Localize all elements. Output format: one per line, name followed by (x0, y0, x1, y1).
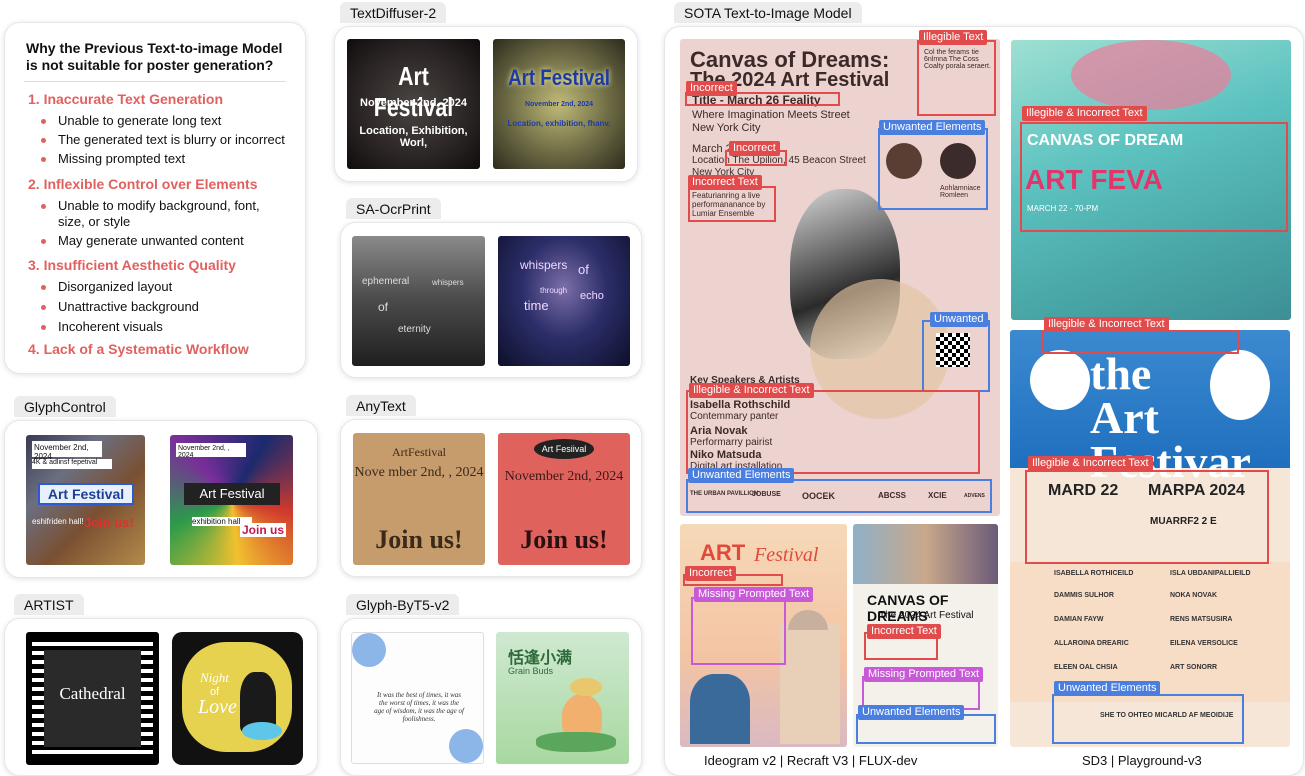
annotation-box (878, 128, 988, 210)
divider (24, 81, 286, 82)
annotation-label: Incorrect Text (867, 624, 941, 639)
annotation-label: Unwanted Elements (858, 705, 965, 720)
bullet-item: Incoherent visuals (41, 319, 304, 335)
annotation-box (1041, 330, 1239, 354)
annotation-label: Illegible Text (919, 30, 988, 45)
annotation-box (917, 40, 996, 116)
artist-sample-b: Night of Love (172, 632, 303, 765)
tab-artist: ARTIST (14, 594, 84, 615)
artist-sample-a: Cathedral (26, 632, 159, 765)
tab-textdiffuser2: TextDiffuser-2 (340, 2, 447, 23)
glyphbyt5-sample-a: It was the best of times, it was the wor… (351, 632, 484, 764)
saocrprint-sample-a: ephemeral whispers of eternity (352, 236, 485, 366)
problem-title: Why the Previous Text-to-image Model is … (26, 40, 283, 73)
section-4-heading: 4. Lack of a Systematic Workflow (28, 341, 249, 357)
annotation-label: Incorrect (686, 81, 737, 96)
annotation-label: Missing Prompted Text (864, 667, 984, 682)
textdiffuser2-sample-b: Art Festival November 2nd, 2024 Location… (493, 39, 625, 169)
annotation-label: Incorrect (685, 566, 736, 581)
annotation-label: Unwanted Elements (879, 120, 986, 135)
bullet-item: Disorganized layout (41, 279, 304, 295)
annotation-box (686, 479, 992, 513)
section-1-heading: 1. Inaccurate Text Generation (28, 91, 224, 107)
caption-right: SD3 | Playground-v3 (1082, 753, 1202, 768)
textdiffuser2-sample-a: Art Festival November 2nd, 2024 Location… (347, 39, 480, 169)
annotation-box (1052, 694, 1244, 744)
annotation-box (922, 320, 990, 392)
annotation-label: Illegible & Incorrect Text (1028, 456, 1153, 471)
anytext-sample-a: ArtFestival Nove mber 2nd, , 2024 Join u… (353, 433, 485, 565)
bullet-item: May generate unwanted content (41, 233, 304, 249)
annotation-label: Unwanted Elements (1054, 681, 1161, 696)
section-3-heading: 3. Insufficient Aesthetic Quality (28, 257, 236, 273)
tab-glyphcontrol: GlyphControl (14, 396, 116, 417)
tab-glyphbyt5: Glyph-ByT5-v2 (346, 594, 460, 615)
annotation-box (1020, 122, 1288, 232)
tab-sota: SOTA Text-to-Image Model (674, 2, 862, 23)
annotation-label: Incorrect Text (688, 175, 762, 190)
glyphcontrol-sample-b: November 2nd, , 2024 Art Festival exhibi… (170, 435, 293, 565)
tab-anytext: AnyText (346, 395, 416, 416)
section-2-heading: 2. Inflexible Control over Elements (28, 176, 258, 192)
annotation-label: Unwanted Elements (688, 468, 795, 483)
annotation-box (686, 390, 980, 474)
annotation-label: Incorrect (729, 141, 780, 156)
tab-saocrprint: SA-OcrPrint (346, 198, 441, 219)
bullet-item: The generated text is blurry or incorrec… (41, 132, 304, 148)
bullet-item: Unable to generate long text (41, 113, 304, 129)
caption-left: Ideogram v2 | Recraft V3 | FLUX-dev (704, 753, 918, 768)
annotation-label: Illegible & Incorrect Text (1022, 106, 1147, 121)
glyphcontrol-sample-a: November 2nd, 2024 4K & adlinsf fepetiva… (26, 435, 145, 565)
annotation-box (1025, 470, 1269, 564)
annotation-box (688, 186, 776, 222)
annotation-label: Illegible & Incorrect Text (689, 383, 814, 398)
annotation-label: Unwanted (930, 312, 988, 327)
bullet-item: Missing prompted text (41, 151, 304, 167)
annotation-label: Missing Prompted Text (694, 587, 814, 602)
annotation-label: Illegible & Incorrect Text (1044, 317, 1169, 332)
bullet-item: Unable to modify background, font, size,… (41, 198, 284, 230)
saocrprint-sample-b: whispers of through time echo (498, 236, 630, 366)
bullet-item: Unattractive background (41, 299, 304, 315)
annotation-box (691, 597, 786, 665)
anytext-sample-b: Art Fesiival November 2nd, 2024 Join us! (498, 433, 630, 565)
glyphbyt5-sample-b: 恬逢小满 Grain Buds (496, 632, 629, 764)
